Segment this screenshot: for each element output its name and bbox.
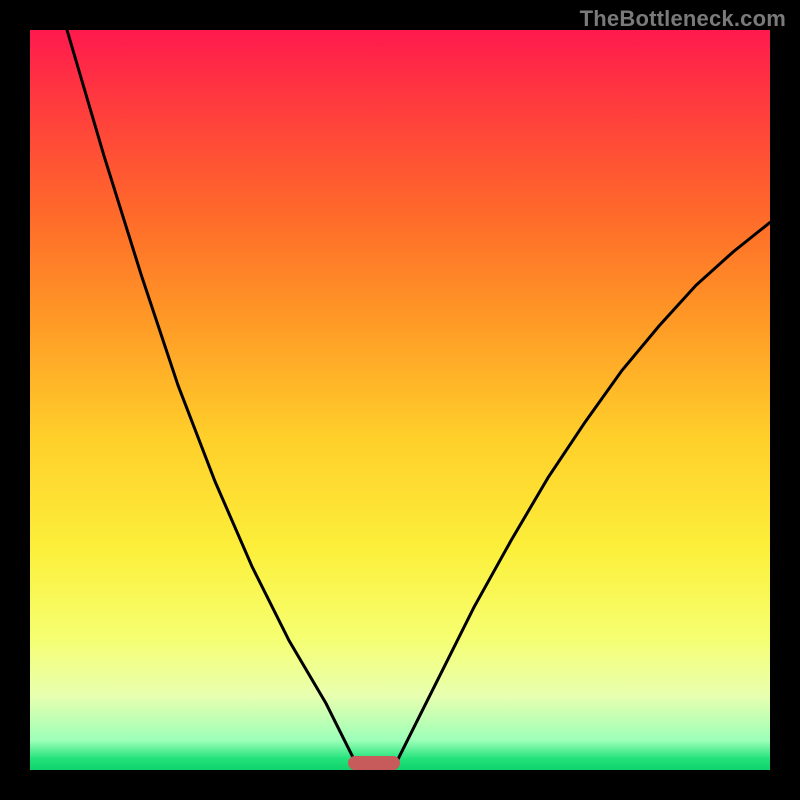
bottleneck-marker [348, 756, 400, 770]
bottleneck-curve [30, 30, 770, 770]
chart-frame: TheBottleneck.com [0, 0, 800, 800]
curve-path-left [67, 30, 359, 770]
plot-area [30, 30, 770, 770]
curve-path-right [393, 222, 770, 770]
watermark-text: TheBottleneck.com [580, 6, 786, 32]
